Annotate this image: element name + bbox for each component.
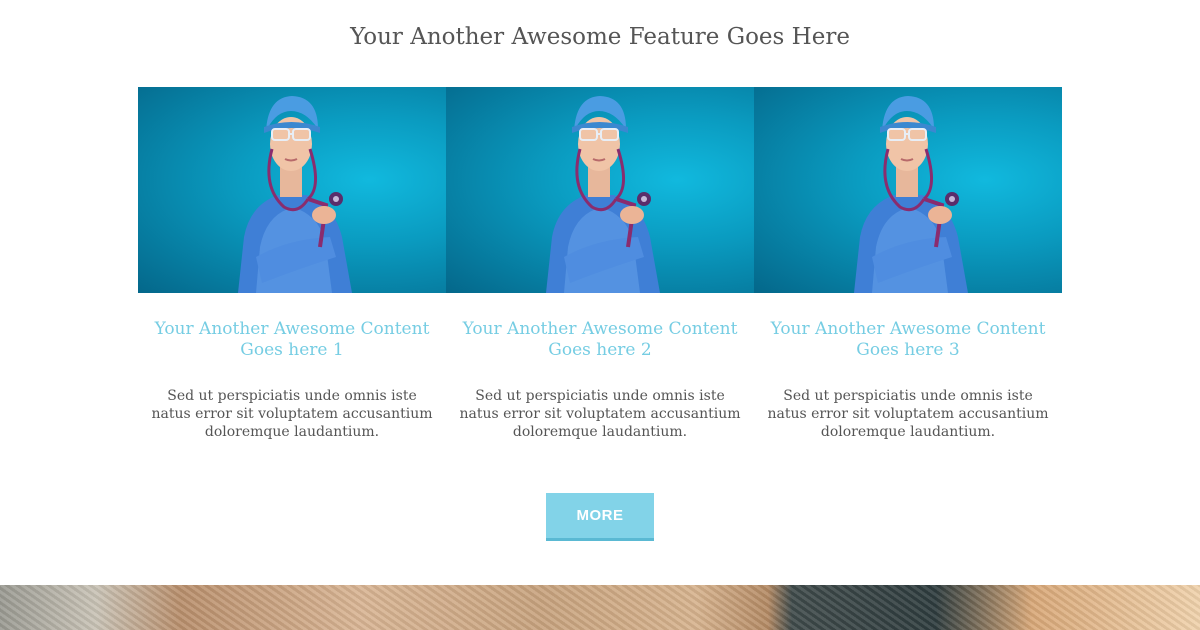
bottom-banner-image [0, 585, 1200, 630]
doctor-photo [754, 87, 1062, 293]
doctor-photo [138, 87, 446, 293]
card-title[interactable]: Your Another Awesome Content Goes here 2 [450, 319, 750, 361]
feature-card-2: Your Another Awesome Content Goes here 2… [446, 87, 754, 441]
more-button[interactable]: MORE [546, 493, 654, 541]
card-text: Sed ut perspiciatis unde omnis iste natu… [767, 388, 1049, 440]
feature-card-3: Your Another Awesome Content Goes here 3… [754, 87, 1062, 441]
card-title[interactable]: Your Another Awesome Content Goes here 1 [142, 319, 442, 361]
section-title: Your Another Awesome Feature Goes Here [350, 24, 850, 50]
feature-cards: Your Another Awesome Content Goes here 1… [138, 87, 1062, 441]
card-title[interactable]: Your Another Awesome Content Goes here 3 [758, 319, 1058, 361]
feature-card-1: Your Another Awesome Content Goes here 1… [138, 87, 446, 441]
card-text: Sed ut perspiciatis unde omnis iste natu… [459, 388, 741, 440]
card-text: Sed ut perspiciatis unde omnis iste natu… [151, 388, 433, 440]
doctor-photo [446, 87, 754, 293]
